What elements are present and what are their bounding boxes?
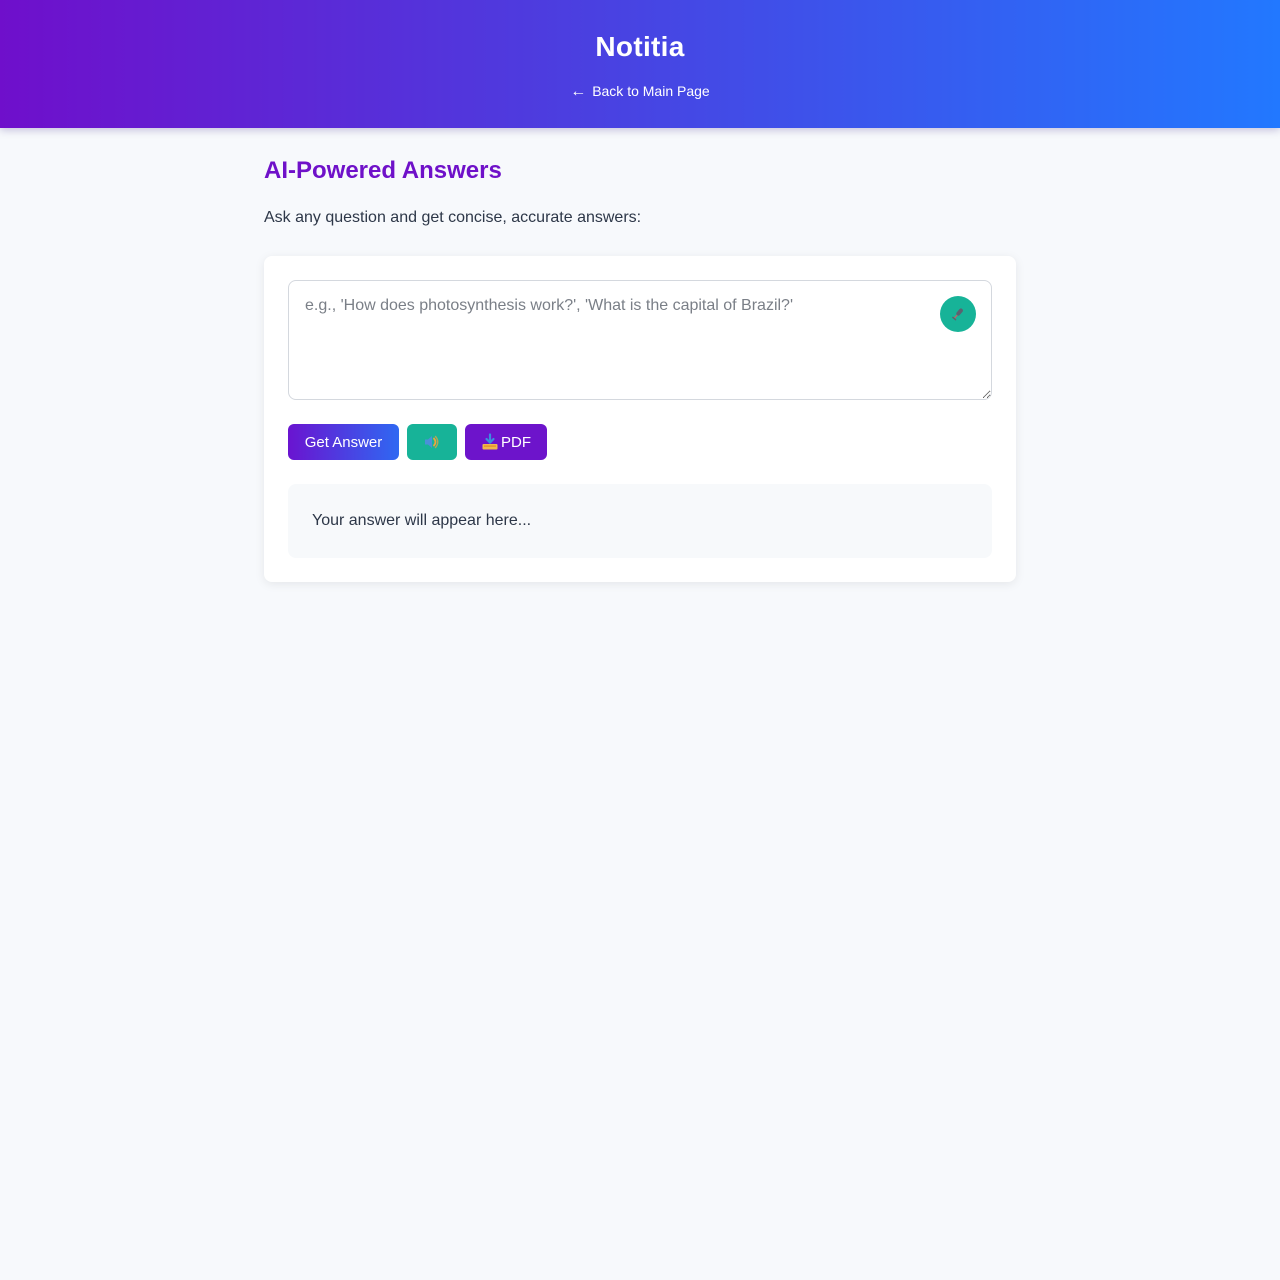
page-title: AI-Powered Answers	[264, 157, 502, 184]
answer-output: Your answer will appear here...	[288, 484, 992, 558]
action-buttons: Get Answer PDF	[288, 424, 547, 460]
left-arrow-icon: ←	[570, 83, 587, 100]
download-pdf-label: PDF	[501, 433, 531, 451]
download-pdf-button[interactable]: PDF	[465, 424, 547, 460]
back-to-main-link[interactable]: ← Back to Main Page	[0, 82, 1280, 101]
page-subtitle: Ask any question and get concise, accura…	[264, 209, 642, 226]
speaker-icon	[425, 435, 439, 449]
answer-placeholder-text: Your answer will appear here...	[312, 512, 532, 529]
question-input[interactable]	[288, 280, 992, 400]
question-card: Get Answer PDF Your answer will ap	[264, 256, 1016, 582]
download-tray-icon	[482, 433, 498, 450]
back-link-label: Back to Main Page	[592, 83, 710, 99]
read-aloud-button[interactable]	[407, 424, 457, 460]
voice-input-button[interactable]	[940, 296, 976, 332]
microphone-icon	[952, 308, 963, 321]
app-header: Notitia ← Back to Main Page	[0, 0, 1280, 128]
main-content: AI-Powered Answers Ask any question and …	[264, 128, 1016, 582]
app-title: Notitia	[595, 31, 685, 62]
question-input-wrapper	[288, 280, 992, 400]
get-answer-button[interactable]: Get Answer	[288, 424, 399, 460]
